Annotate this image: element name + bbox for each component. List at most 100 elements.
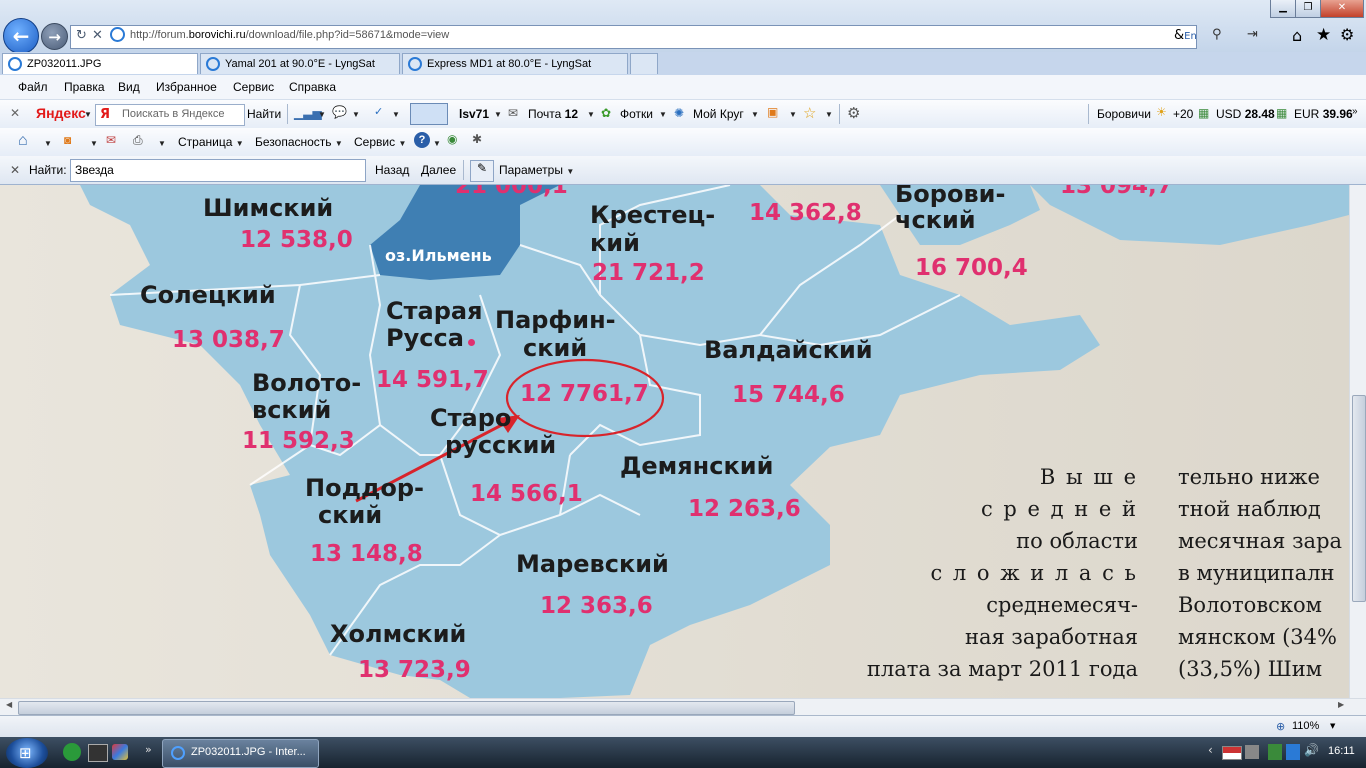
network-icon[interactable] [1268, 744, 1282, 760]
find-input[interactable]: Звезда [70, 159, 366, 182]
tab-zp032011[interactable]: ZP032011.JPG [2, 53, 198, 74]
tab-yamal[interactable]: Yamal 201 at 90.0°E - LyngSat [200, 53, 400, 74]
tools-menu[interactable]: Сервис ▼ [354, 135, 406, 149]
box-icon[interactable]: ▣ [767, 105, 778, 119]
utorrent-icon[interactable] [63, 743, 81, 761]
page-search-icon[interactable]: ⇥ [1247, 27, 1258, 42]
clock[interactable]: 16:11 [1328, 745, 1355, 757]
home-page-icon[interactable]: ⌂ [18, 132, 28, 150]
spellcheck-icon[interactable]: ✓ [374, 105, 383, 118]
console-icon[interactable] [88, 744, 108, 762]
vertical-scroll-thumb[interactable] [1352, 395, 1366, 602]
read-mail-icon[interactable]: ✉ [106, 133, 116, 147]
stop-icon[interactable]: ✕ [92, 28, 103, 43]
yandex-find-button[interactable]: Найти [247, 107, 281, 121]
chevron-down-icon[interactable]: ▼ [44, 139, 52, 148]
more-chevron-icon[interactable]: » [1352, 106, 1358, 117]
user-login[interactable]: lsv71 [459, 107, 489, 121]
chevron-down-icon[interactable]: ▼ [158, 139, 166, 148]
translate-button[interactable] [410, 103, 448, 125]
tray-expand-icon[interactable]: ‹ [1208, 743, 1213, 757]
compat-icon[interactable]: &En [1174, 28, 1197, 43]
district-value: 13 038,7 [172, 327, 285, 353]
chevron-down-icon[interactable]: ▼ [84, 110, 92, 119]
horizontal-scrollbar[interactable]: ◀ ▶ [0, 698, 1366, 716]
district-name: Старо [430, 404, 512, 432]
chevron-down-icon[interactable]: ▼ [751, 110, 759, 119]
find-prev-button[interactable]: Назад [375, 163, 409, 177]
district-value: 13 094,7 [1060, 185, 1173, 199]
chevron-down-icon[interactable]: ▼ [352, 110, 360, 119]
scroll-left-icon[interactable]: ◀ [6, 700, 12, 709]
close-window-button[interactable]: ✕ [1320, 0, 1364, 18]
print-icon[interactable]: ⎙ [133, 133, 143, 148]
usd-rate[interactable]: USD 28.48 [1216, 107, 1275, 121]
menu-favorites[interactable]: Избранное [156, 80, 217, 94]
bookmark-star-icon[interactable]: ☆ [803, 104, 816, 122]
media-icon[interactable] [112, 744, 128, 760]
divider [287, 104, 288, 124]
home-icon[interactable]: ⌂ [1292, 26, 1302, 45]
eur-rate[interactable]: EUR 39.96 [1294, 107, 1353, 121]
page-menu[interactable]: Страница ▼ [178, 135, 244, 149]
refresh-icon[interactable]: ↻ [76, 28, 87, 43]
new-tab-button[interactable] [630, 53, 658, 74]
rss-feed-icon[interactable]: ◙ [64, 133, 71, 147]
favorites-star-icon[interactable]: ★ [1316, 25, 1331, 45]
vertical-scrollbar[interactable] [1349, 185, 1366, 698]
scroll-right-icon[interactable]: ▶ [1338, 700, 1344, 709]
yandex-logo[interactable]: Яндекс [36, 105, 86, 121]
find-next-button[interactable]: Далее [421, 163, 456, 177]
chevron-down-icon[interactable]: ▼ [1330, 722, 1335, 730]
menu-file[interactable]: Файл [18, 80, 48, 94]
chevron-down-icon[interactable]: ▼ [825, 110, 833, 119]
settings-gear-icon[interactable]: ⚙ [847, 104, 860, 122]
mail-icon: ✉ [508, 106, 519, 120]
tools-gear-icon[interactable]: ⚙ [1340, 25, 1354, 44]
forward-arrow-icon: → [48, 27, 61, 46]
mail-link[interactable]: Почта 12 [528, 107, 578, 121]
circle-link[interactable]: Мой Круг [693, 107, 744, 121]
speech-icon[interactable]: 💬 [332, 105, 347, 119]
close-toolbar-icon[interactable]: ✕ [10, 106, 20, 120]
photos-link[interactable]: Фотки [620, 107, 653, 121]
highlight-pen-icon[interactable]: ✎ [470, 160, 494, 182]
horizontal-scroll-thumb[interactable] [18, 701, 795, 715]
chevron-down-icon[interactable]: ▼ [318, 110, 326, 119]
more-chevron-icon[interactable]: » [145, 743, 152, 756]
sync-icon[interactable] [1286, 744, 1300, 760]
search-icon[interactable]: ⚲ [1212, 27, 1222, 42]
language-flag-icon[interactable] [1222, 746, 1242, 760]
zoom-icon[interactable]: ⊕ [1276, 720, 1285, 733]
chevron-down-icon[interactable]: ▼ [392, 110, 400, 119]
chevron-down-icon[interactable]: ▼ [90, 139, 98, 148]
back-button[interactable]: ← [3, 18, 39, 54]
forward-button[interactable]: → [41, 23, 68, 50]
chevron-down-icon[interactable]: ▼ [789, 110, 797, 119]
start-button[interactable]: ⊞ [6, 738, 48, 768]
keyboard-icon[interactable] [1245, 745, 1259, 759]
menu-view[interactable]: Вид [118, 80, 140, 94]
ie-tab-icon [408, 57, 422, 71]
help-icon[interactable]: ? [414, 132, 430, 148]
yandex-search-input[interactable]: Я Поискать в Яндексе [95, 104, 245, 126]
menu-tools[interactable]: Сервис [233, 80, 274, 94]
chevron-down-icon[interactable]: ▼ [587, 110, 595, 119]
tab-express[interactable]: Express MD1 at 80.0°E - LyngSat [402, 53, 628, 74]
chevron-down-icon[interactable]: ▼ [433, 139, 441, 148]
city-label[interactable]: Боровичи [1097, 107, 1151, 121]
maximize-button[interactable]: ❐ [1295, 0, 1321, 18]
close-find-icon[interactable]: ✕ [10, 163, 20, 177]
find-options-menu[interactable]: Параметры ▼ [499, 163, 574, 177]
chevron-down-icon[interactable]: ▼ [659, 110, 667, 119]
chevron-down-icon[interactable]: ▼ [494, 110, 502, 119]
volume-icon[interactable]: 🔊 [1304, 743, 1319, 757]
research-icon[interactable]: ◉ [447, 132, 457, 146]
bug-icon[interactable]: ✱ [472, 132, 482, 146]
minimize-button[interactable]: ▁ [1270, 0, 1296, 18]
zoom-level[interactable]: 110% [1292, 720, 1319, 732]
safety-menu[interactable]: Безопасность ▼ [255, 135, 343, 149]
menu-edit[interactable]: Правка [64, 80, 105, 94]
taskbar-ie-window[interactable]: ZP032011.JPG - Inter... [162, 739, 319, 768]
menu-help[interactable]: Справка [289, 80, 336, 94]
